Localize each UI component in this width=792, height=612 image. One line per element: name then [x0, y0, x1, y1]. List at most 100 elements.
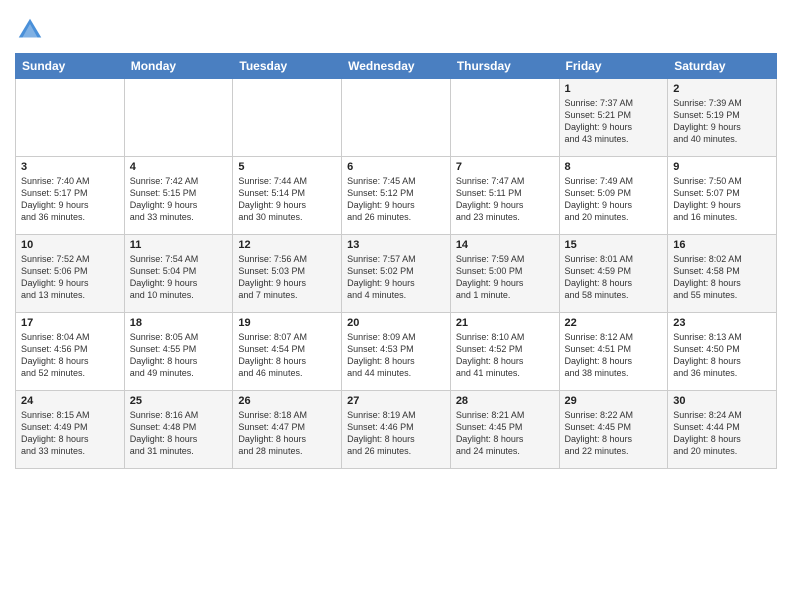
- day-number: 10: [21, 239, 119, 251]
- day-cell: [342, 79, 451, 157]
- header: [15, 10, 777, 45]
- day-info: Sunrise: 8:18 AM Sunset: 4:47 PM Dayligh…: [238, 409, 336, 458]
- day-number: 15: [565, 239, 663, 251]
- day-info: Sunrise: 7:47 AM Sunset: 5:11 PM Dayligh…: [456, 175, 554, 224]
- day-number: 22: [565, 317, 663, 329]
- day-cell: 24 Sunrise: 8:15 AM Sunset: 4:49 PM Dayli…: [16, 391, 125, 469]
- day-number: 24: [21, 395, 119, 407]
- day-info: Sunrise: 8:02 AM Sunset: 4:58 PM Dayligh…: [673, 253, 771, 302]
- day-cell: [450, 79, 559, 157]
- day-info: Sunrise: 7:54 AM Sunset: 5:04 PM Dayligh…: [130, 253, 228, 302]
- day-number: 28: [456, 395, 554, 407]
- col-header-wednesday: Wednesday: [342, 54, 451, 79]
- day-info: Sunrise: 8:22 AM Sunset: 4:45 PM Dayligh…: [565, 409, 663, 458]
- week-row-1: 3Sunrise: 7:40 AM Sunset: 5:17 PM Daylig…: [16, 157, 777, 235]
- day-number: 4: [130, 161, 228, 173]
- day-info: Sunrise: 8:09 AM Sunset: 4:53 PM Dayligh…: [347, 331, 445, 380]
- day-number: 26: [238, 395, 336, 407]
- day-number: 7: [456, 161, 554, 173]
- day-info: Sunrise: 8:04 AM Sunset: 4:56 PM Dayligh…: [21, 331, 119, 380]
- day-info: Sunrise: 8:13 AM Sunset: 4:50 PM Dayligh…: [673, 331, 771, 380]
- day-info: Sunrise: 8:24 AM Sunset: 4:44 PM Dayligh…: [673, 409, 771, 458]
- day-cell: [124, 79, 233, 157]
- week-row-0: 1 Sunrise: 7:37 AM Sunset: 5:21 PM Daylig…: [16, 79, 777, 157]
- day-cell: 19Sunrise: 8:07 AM Sunset: 4:54 PM Dayli…: [233, 313, 342, 391]
- day-number: 8: [565, 161, 663, 173]
- logo-icon: [15, 15, 45, 45]
- day-number: 21: [456, 317, 554, 329]
- day-cell: 15 Sunrise: 8:01 AM Sunset: 4:59 PM Dayli…: [559, 235, 668, 313]
- day-cell: 11 Sunrise: 7:54 AM Sunset: 5:04 PM Dayli…: [124, 235, 233, 313]
- day-number: 17: [21, 317, 119, 329]
- day-number: 11: [130, 239, 228, 251]
- day-number: 29: [565, 395, 663, 407]
- day-info: Sunrise: 7:44 AM Sunset: 5:14 PM Dayligh…: [238, 175, 336, 224]
- day-number: 13: [347, 239, 445, 251]
- day-number: 2: [673, 83, 771, 95]
- page: SundayMondayTuesdayWednesdayThursdayFrid…: [0, 0, 792, 612]
- day-number: 20: [347, 317, 445, 329]
- day-number: 23: [673, 317, 771, 329]
- day-number: 1: [565, 83, 663, 95]
- day-cell: 22 Sunrise: 8:12 AM Sunset: 4:51 PM Dayli…: [559, 313, 668, 391]
- day-number: 25: [130, 395, 228, 407]
- col-header-saturday: Saturday: [668, 54, 777, 79]
- logo: [15, 15, 47, 45]
- day-info: Sunrise: 7:56 AM Sunset: 5:03 PM Dayligh…: [238, 253, 336, 302]
- day-cell: 2 Sunrise: 7:39 AM Sunset: 5:19 PM Daylig…: [668, 79, 777, 157]
- day-info: Sunrise: 7:40 AM Sunset: 5:17 PM Dayligh…: [21, 175, 119, 224]
- day-info: Sunrise: 8:15 AM Sunset: 4:49 PM Dayligh…: [21, 409, 119, 458]
- col-header-tuesday: Tuesday: [233, 54, 342, 79]
- day-cell: [233, 79, 342, 157]
- col-header-sunday: Sunday: [16, 54, 125, 79]
- calendar-table: SundayMondayTuesdayWednesdayThursdayFrid…: [15, 53, 777, 469]
- day-cell: 14Sunrise: 7:59 AM Sunset: 5:00 PM Dayli…: [450, 235, 559, 313]
- day-cell: 21 Sunrise: 8:10 AM Sunset: 4:52 PM Dayli…: [450, 313, 559, 391]
- day-cell: 3Sunrise: 7:40 AM Sunset: 5:17 PM Daylig…: [16, 157, 125, 235]
- day-cell: 26 Sunrise: 8:18 AM Sunset: 4:47 PM Dayli…: [233, 391, 342, 469]
- day-info: Sunrise: 7:50 AM Sunset: 5:07 PM Dayligh…: [673, 175, 771, 224]
- day-cell: [16, 79, 125, 157]
- day-cell: 25 Sunrise: 8:16 AM Sunset: 4:48 PM Dayli…: [124, 391, 233, 469]
- week-row-3: 17 Sunrise: 8:04 AM Sunset: 4:56 PM Dayli…: [16, 313, 777, 391]
- day-info: Sunrise: 8:19 AM Sunset: 4:46 PM Dayligh…: [347, 409, 445, 458]
- day-cell: 5Sunrise: 7:44 AM Sunset: 5:14 PM Daylig…: [233, 157, 342, 235]
- day-info: Sunrise: 8:10 AM Sunset: 4:52 PM Dayligh…: [456, 331, 554, 380]
- day-info: Sunrise: 7:49 AM Sunset: 5:09 PM Dayligh…: [565, 175, 663, 224]
- day-info: Sunrise: 7:57 AM Sunset: 5:02 PM Dayligh…: [347, 253, 445, 302]
- day-info: Sunrise: 8:12 AM Sunset: 4:51 PM Dayligh…: [565, 331, 663, 380]
- day-cell: 10 Sunrise: 7:52 AM Sunset: 5:06 PM Dayli…: [16, 235, 125, 313]
- day-info: Sunrise: 7:39 AM Sunset: 5:19 PM Dayligh…: [673, 97, 771, 146]
- day-info: Sunrise: 8:16 AM Sunset: 4:48 PM Dayligh…: [130, 409, 228, 458]
- day-cell: 30 Sunrise: 8:24 AM Sunset: 4:44 PM Dayli…: [668, 391, 777, 469]
- day-cell: 16 Sunrise: 8:02 AM Sunset: 4:58 PM Dayli…: [668, 235, 777, 313]
- day-number: 30: [673, 395, 771, 407]
- day-cell: 28Sunrise: 8:21 AM Sunset: 4:45 PM Dayli…: [450, 391, 559, 469]
- week-row-2: 10 Sunrise: 7:52 AM Sunset: 5:06 PM Dayli…: [16, 235, 777, 313]
- day-cell: 4Sunrise: 7:42 AM Sunset: 5:15 PM Daylig…: [124, 157, 233, 235]
- day-number: 14: [456, 239, 554, 251]
- calendar-header-row: SundayMondayTuesdayWednesdayThursdayFrid…: [16, 54, 777, 79]
- day-cell: 18 Sunrise: 8:05 AM Sunset: 4:55 PM Dayli…: [124, 313, 233, 391]
- day-number: 12: [238, 239, 336, 251]
- day-cell: 23 Sunrise: 8:13 AM Sunset: 4:50 PM Dayli…: [668, 313, 777, 391]
- day-info: Sunrise: 7:37 AM Sunset: 5:21 PM Dayligh…: [565, 97, 663, 146]
- day-info: Sunrise: 8:05 AM Sunset: 4:55 PM Dayligh…: [130, 331, 228, 380]
- day-number: 16: [673, 239, 771, 251]
- day-cell: 9 Sunrise: 7:50 AM Sunset: 5:07 PM Daylig…: [668, 157, 777, 235]
- day-number: 18: [130, 317, 228, 329]
- day-info: Sunrise: 8:01 AM Sunset: 4:59 PM Dayligh…: [565, 253, 663, 302]
- day-cell: 29 Sunrise: 8:22 AM Sunset: 4:45 PM Dayli…: [559, 391, 668, 469]
- day-cell: 7 Sunrise: 7:47 AM Sunset: 5:11 PM Daylig…: [450, 157, 559, 235]
- day-cell: 6Sunrise: 7:45 AM Sunset: 5:12 PM Daylig…: [342, 157, 451, 235]
- day-cell: 27Sunrise: 8:19 AM Sunset: 4:46 PM Dayli…: [342, 391, 451, 469]
- day-cell: 8 Sunrise: 7:49 AM Sunset: 5:09 PM Daylig…: [559, 157, 668, 235]
- day-info: Sunrise: 8:07 AM Sunset: 4:54 PM Dayligh…: [238, 331, 336, 380]
- day-cell: 1 Sunrise: 7:37 AM Sunset: 5:21 PM Daylig…: [559, 79, 668, 157]
- col-header-friday: Friday: [559, 54, 668, 79]
- week-row-4: 24 Sunrise: 8:15 AM Sunset: 4:49 PM Dayli…: [16, 391, 777, 469]
- day-cell: 12 Sunrise: 7:56 AM Sunset: 5:03 PM Dayli…: [233, 235, 342, 313]
- day-info: Sunrise: 7:52 AM Sunset: 5:06 PM Dayligh…: [21, 253, 119, 302]
- col-header-monday: Monday: [124, 54, 233, 79]
- day-number: 9: [673, 161, 771, 173]
